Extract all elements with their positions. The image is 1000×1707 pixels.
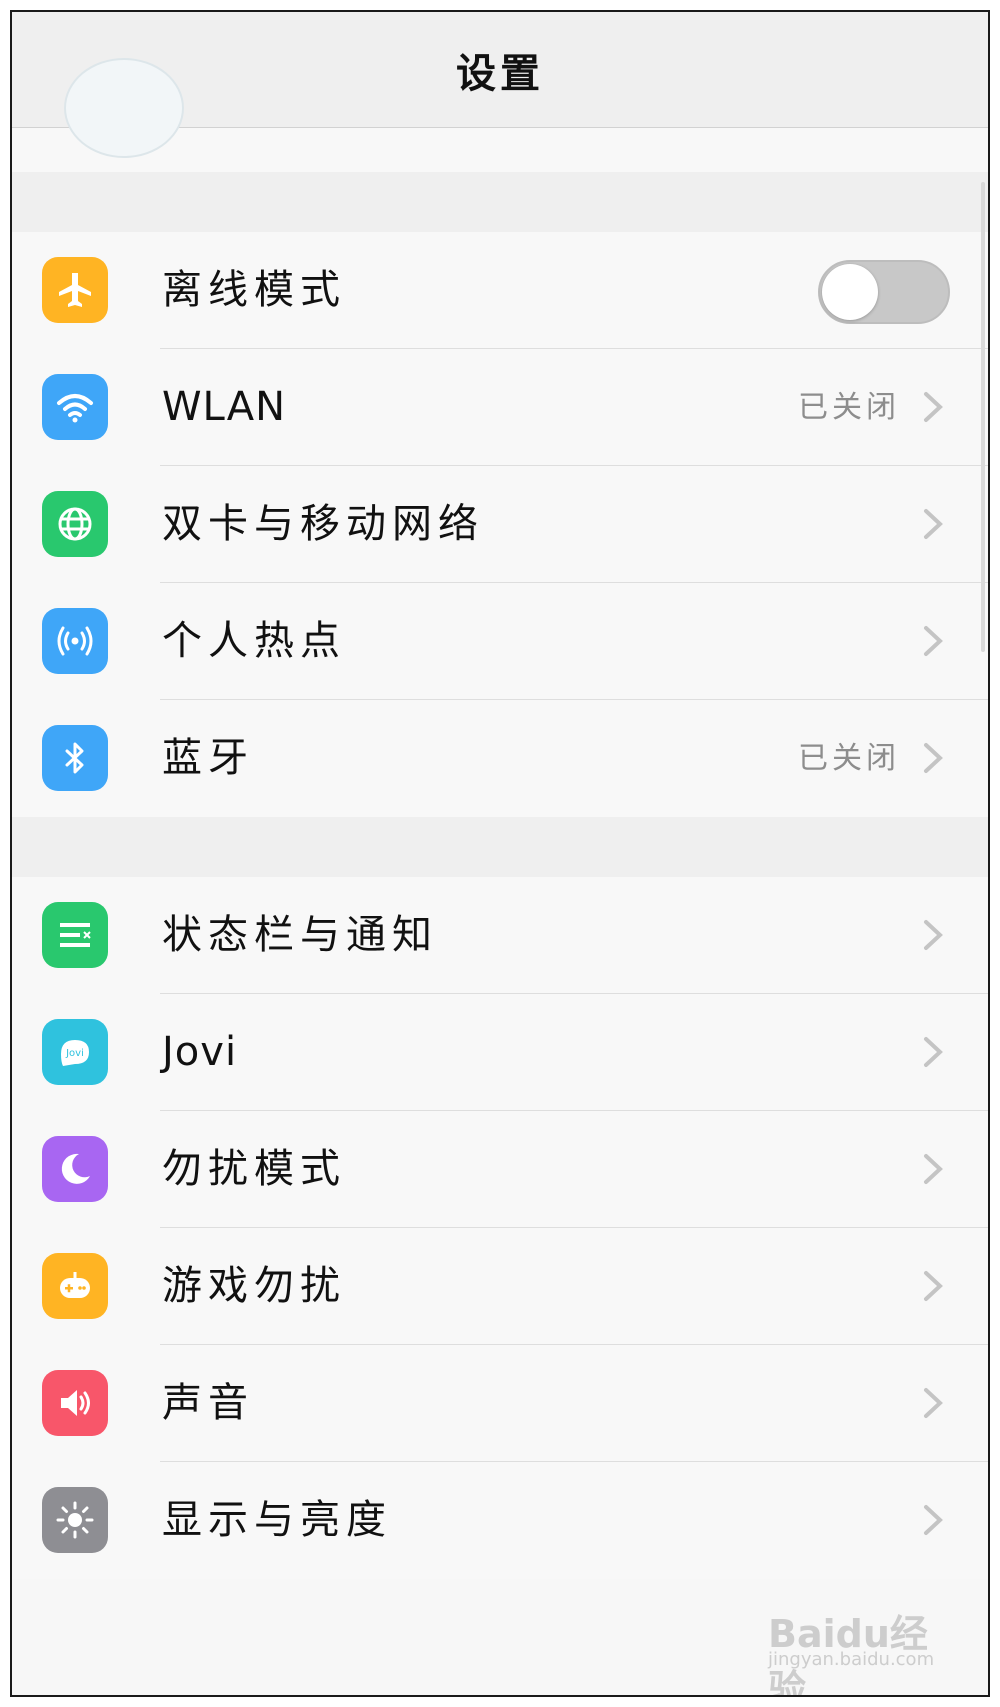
settings-row-bluetooth[interactable]: 蓝牙 已关闭 xyxy=(12,700,988,817)
chevron-right-icon xyxy=(924,1154,943,1184)
chevron-right-icon xyxy=(924,1037,943,1067)
airplane-icon xyxy=(42,257,108,323)
row-label: 状态栏与通知 xyxy=(162,912,438,958)
wifi-icon xyxy=(42,374,108,440)
row-label: 个人热点 xyxy=(162,618,346,664)
settings-screen: 设置 离线模式 WLAN 已关闭 双卡与移动网络 个人热点 蓝牙 已关闭 状态栏… xyxy=(10,10,990,1697)
connectivity-section: 离线模式 WLAN 已关闭 双卡与移动网络 个人热点 蓝牙 已关闭 xyxy=(12,232,988,817)
chevron-right-icon xyxy=(924,1505,943,1535)
baidu-watermark: Baidu经验 jingyan.baidu.com xyxy=(768,1612,935,1697)
chevron-right-icon xyxy=(924,1271,943,1301)
settings-row-airplane-mode[interactable]: 离线模式 xyxy=(12,232,988,349)
bluetooth-status: 已关闭 xyxy=(798,741,900,776)
jovi-icon: Jovi xyxy=(42,1019,108,1085)
moon-icon xyxy=(42,1136,108,1202)
avatar[interactable] xyxy=(64,58,184,158)
gamepad-icon xyxy=(42,1253,108,1319)
speaker-icon xyxy=(42,1370,108,1436)
section-gap xyxy=(12,817,988,877)
scrollbar[interactable] xyxy=(981,182,985,652)
section-gap xyxy=(12,172,988,232)
notification-bar-icon xyxy=(42,902,108,968)
toggle-knob xyxy=(822,264,878,320)
chevron-right-icon xyxy=(924,509,943,539)
airplane-mode-toggle[interactable] xyxy=(818,260,950,324)
row-label: 双卡与移动网络 xyxy=(162,501,484,547)
row-label: 蓝牙 xyxy=(162,735,254,781)
chevron-right-icon xyxy=(924,1388,943,1418)
page-title: 设置 xyxy=(456,49,544,97)
chevron-right-icon xyxy=(924,920,943,950)
chevron-right-icon xyxy=(924,626,943,656)
chevron-right-icon xyxy=(924,392,943,422)
row-label: 离线模式 xyxy=(162,267,346,313)
row-label: 声音 xyxy=(162,1380,254,1426)
settings-row-do-not-disturb[interactable]: 勿扰模式 xyxy=(12,1111,988,1228)
row-label: 显示与亮度 xyxy=(162,1497,392,1543)
svg-text:Jovi: Jovi xyxy=(65,1048,84,1059)
account-card-remnant[interactable] xyxy=(12,58,988,172)
settings-row-wlan[interactable]: WLAN 已关闭 xyxy=(12,349,988,466)
settings-row-jovi[interactable]: Jovi Jovi xyxy=(12,994,988,1111)
row-label: WLAN xyxy=(162,384,287,430)
globe-icon xyxy=(42,491,108,557)
row-label: 勿扰模式 xyxy=(162,1146,346,1192)
settings-row-status-bar[interactable]: 状态栏与通知 xyxy=(12,877,988,994)
wlan-status: 已关闭 xyxy=(798,390,900,425)
hotspot-icon xyxy=(42,608,108,674)
chevron-right-icon xyxy=(924,743,943,773)
settings-row-sound[interactable]: 声音 xyxy=(12,1345,988,1462)
bluetooth-icon xyxy=(42,725,108,791)
personalization-section: 状态栏与通知 Jovi Jovi 勿扰模式 游戏勿扰 声音 显示与亮度 xyxy=(12,877,988,1579)
settings-row-display-brightness[interactable]: 显示与亮度 xyxy=(12,1462,988,1579)
row-label: 游戏勿扰 xyxy=(162,1263,346,1309)
brightness-icon xyxy=(42,1487,108,1553)
settings-row-hotspot[interactable]: 个人热点 xyxy=(12,583,988,700)
row-label: Jovi xyxy=(162,1029,238,1075)
settings-row-dual-sim[interactable]: 双卡与移动网络 xyxy=(12,466,988,583)
settings-row-game-dnd[interactable]: 游戏勿扰 xyxy=(12,1228,988,1345)
